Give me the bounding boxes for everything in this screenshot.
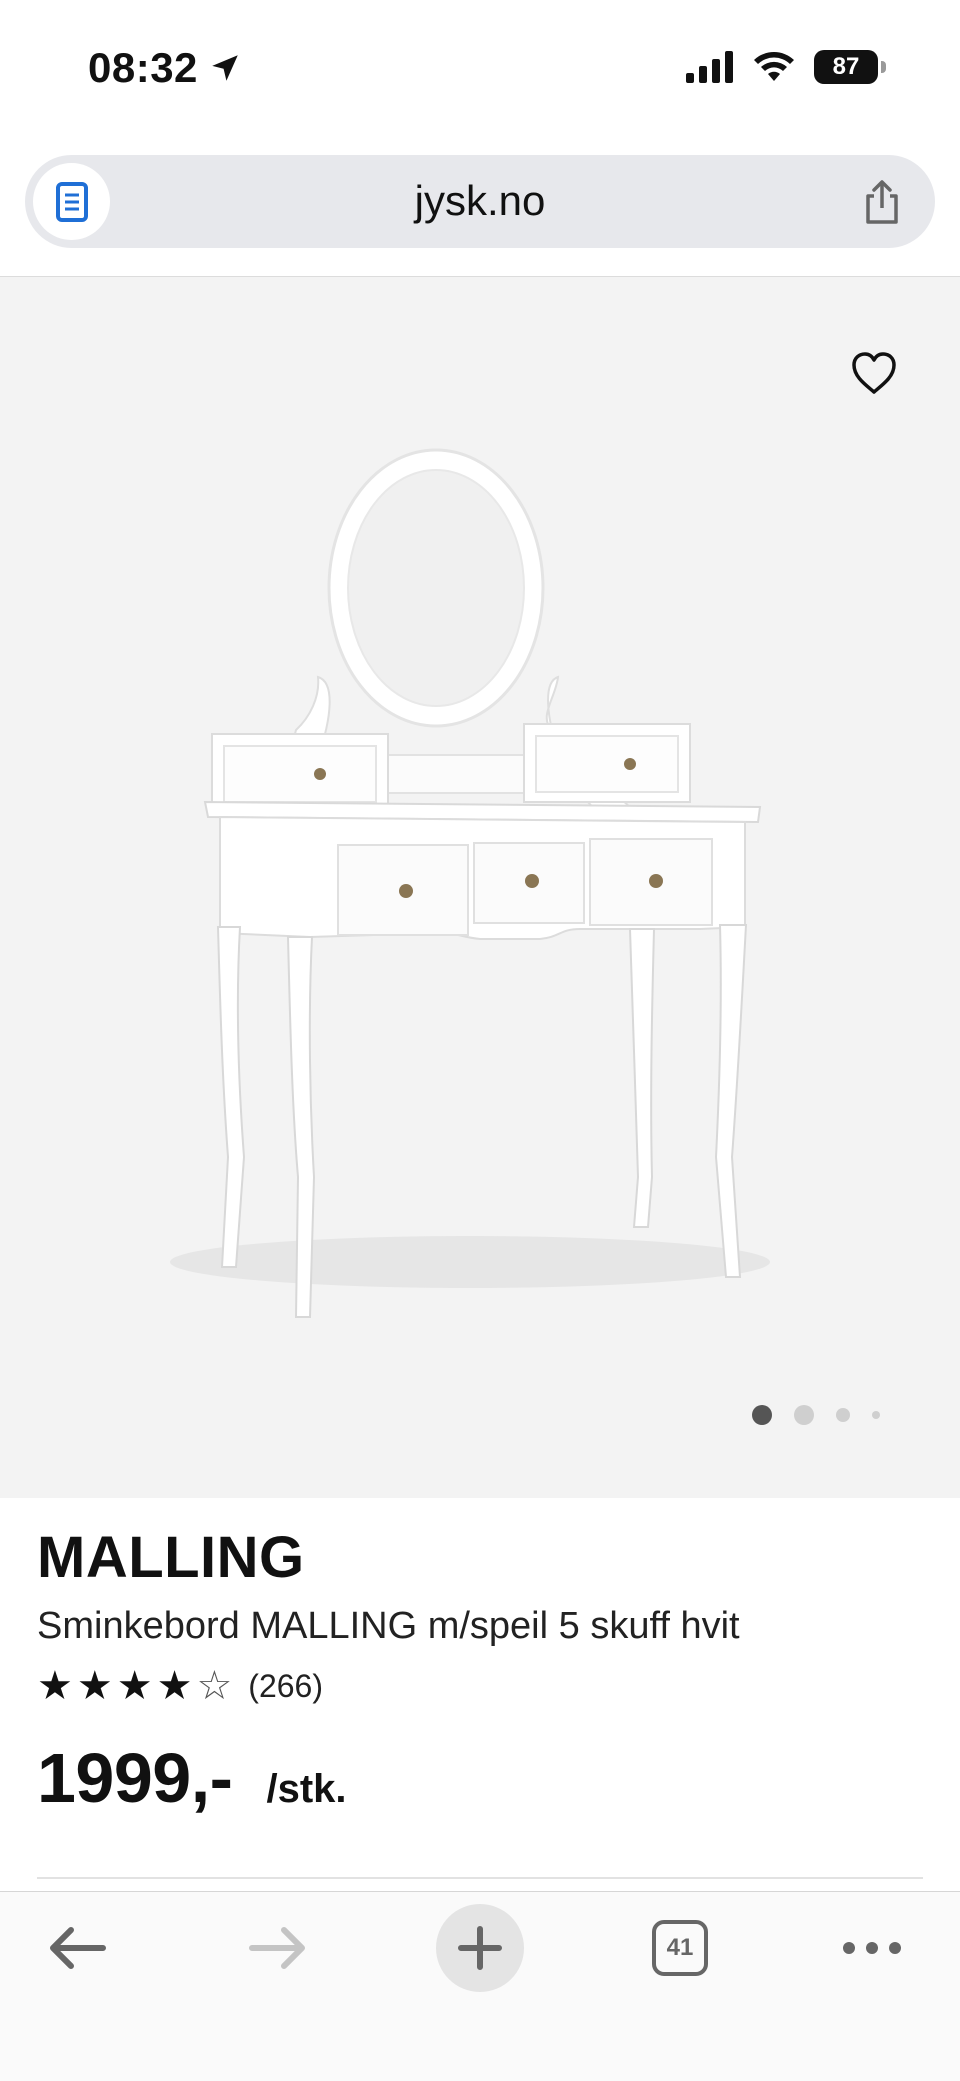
product-rating[interactable]: ★ ★ ★ ★ ☆ (266) <box>37 1666 323 1706</box>
tab-count-badge: 41 <box>652 1920 708 1976</box>
carousel-dot[interactable] <box>872 1411 880 1419</box>
price-unit: /stk. <box>266 1767 347 1811</box>
divider <box>37 1877 923 1879</box>
location-arrow-icon <box>212 55 238 81</box>
cellular-signal-icon <box>686 51 733 83</box>
carousel-dot-active[interactable] <box>752 1405 772 1425</box>
url-text[interactable]: jysk.no <box>25 177 935 225</box>
address-bar[interactable]: jysk.no <box>25 155 935 248</box>
battery-indicator: 87 <box>814 50 886 84</box>
product-photo-dressing-table <box>170 448 770 1318</box>
back-arrow-icon <box>50 1927 106 1969</box>
new-tab-button[interactable] <box>436 1904 524 1992</box>
star-icon: ★ <box>156 1664 193 1708</box>
time-text: 08:32 <box>88 44 198 91</box>
star-icon: ★ <box>37 1664 73 1708</box>
star-icon: ★ <box>116 1664 153 1708</box>
tabs-button[interactable]: 41 <box>636 1904 724 1992</box>
status-time: 08:32 <box>88 44 242 92</box>
wifi-icon <box>754 52 794 81</box>
carousel-dot[interactable] <box>794 1405 814 1425</box>
product-image-carousel[interactable] <box>0 277 960 1498</box>
forward-arrow-icon <box>249 1927 305 1969</box>
forward-button[interactable] <box>234 1904 322 1992</box>
status-indicators: 87 <box>686 50 886 84</box>
battery-level: 87 <box>832 53 860 80</box>
star-empty-icon: ☆ <box>196 1664 233 1708</box>
carousel-dot[interactable] <box>836 1408 850 1422</box>
more-menu-button[interactable] <box>828 1904 916 1992</box>
share-icon[interactable] <box>857 177 907 227</box>
status-bar: 08:32 87 <box>0 0 960 140</box>
product-description: Sminkebord MALLING m/speil 5 skuff hvit <box>37 1605 740 1647</box>
price-row: 1999,- /stk. <box>37 1738 347 1818</box>
review-count[interactable]: (266) <box>248 1668 323 1705</box>
product-brand: MALLING <box>37 1525 305 1590</box>
plus-icon <box>458 1926 502 1970</box>
carousel-dots <box>752 1405 880 1425</box>
product-price: 1999,- <box>37 1739 233 1817</box>
browser-toolbar: 41 <box>0 1891 960 2081</box>
star-icon: ★ <box>76 1664 113 1708</box>
favorite-heart-icon[interactable] <box>848 347 900 399</box>
ellipsis-icon <box>843 1942 901 1954</box>
back-button[interactable] <box>33 1904 121 1992</box>
